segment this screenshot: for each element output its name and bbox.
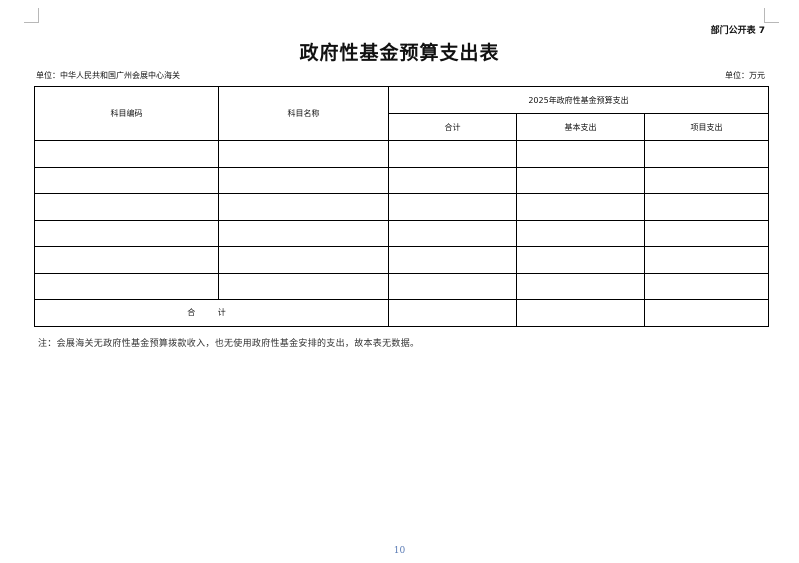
cell <box>516 166 645 194</box>
cell <box>388 272 517 300</box>
cell <box>643 166 770 194</box>
unit-organization: 单位：中华人民共和国广州会展中心海关 <box>36 71 180 80</box>
table-row <box>34 272 770 300</box>
cell <box>34 193 219 221</box>
header-project-expenditure: 项目支出 <box>643 113 770 141</box>
cell <box>34 219 219 247</box>
cell <box>643 193 770 221</box>
table-row <box>34 193 770 221</box>
page-title: 政府性基金预算支出表 <box>299 42 500 64</box>
total-row: 合 计 <box>34 299 770 327</box>
header-basic-expenditure: 基本支出 <box>516 113 645 141</box>
basic-total-cell <box>516 299 645 327</box>
table-row <box>34 219 770 247</box>
cell <box>516 272 645 300</box>
cell <box>218 140 389 168</box>
table-row <box>34 166 770 194</box>
unit-currency: 单位：万元 <box>725 71 765 80</box>
cell <box>643 219 770 247</box>
cell <box>34 140 219 168</box>
project-total-cell <box>643 299 770 327</box>
cell <box>516 140 645 168</box>
cell <box>218 219 389 247</box>
total-cell <box>388 299 517 327</box>
table-row <box>34 140 770 168</box>
page-number: 10 <box>393 546 406 556</box>
cell <box>218 246 389 274</box>
table-note: 注：会展海关无政府性基金预算拨款收入，也无使用政府性基金安排的支出，故本表无数据… <box>38 339 420 349</box>
cell <box>218 193 389 221</box>
header-budget-group: 2025年政府性基金预算支出 <box>387 86 770 114</box>
total-row-label: 合 计 <box>34 299 389 327</box>
cell <box>34 246 219 274</box>
cell <box>388 193 517 221</box>
cell <box>388 140 517 168</box>
cell <box>388 246 517 274</box>
cell <box>218 272 389 300</box>
crop-mark-top-left <box>24 8 39 23</box>
cell <box>516 219 645 247</box>
header-subject-code: 科目编码 <box>34 86 219 141</box>
cell <box>643 272 770 300</box>
header-total: 合计 <box>388 113 517 141</box>
cell <box>643 140 770 168</box>
cell <box>34 166 219 194</box>
cell <box>218 166 389 194</box>
cell <box>388 166 517 194</box>
crop-mark-top-right <box>764 8 779 23</box>
cell <box>388 219 517 247</box>
table-body: 合 计 <box>34 140 770 327</box>
header-subject-name: 科目名称 <box>218 86 389 141</box>
cell <box>643 246 770 274</box>
table-row <box>34 246 770 274</box>
dept-table-label: 部门公开表 7 <box>710 26 765 36</box>
cell <box>516 246 645 274</box>
budget-table: 科目编码 科目名称 2025年政府性基金预算支出 合计 基本支出 项目支出 合 … <box>34 86 770 327</box>
cell <box>34 272 219 300</box>
cell <box>516 193 645 221</box>
